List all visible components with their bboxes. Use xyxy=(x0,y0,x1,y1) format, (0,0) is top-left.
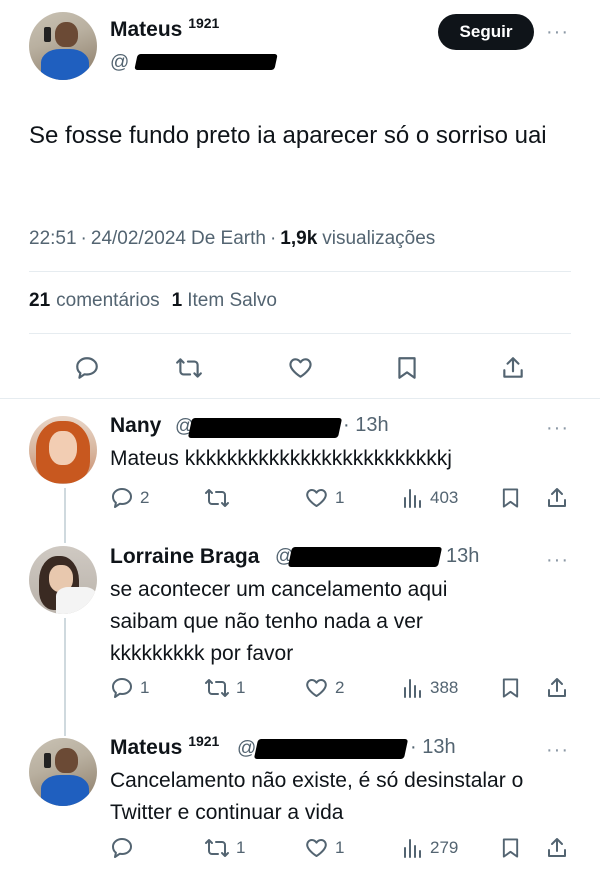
divider xyxy=(0,398,600,399)
divider xyxy=(29,333,571,334)
follow-button[interactable]: Seguir xyxy=(438,14,534,50)
views-icon xyxy=(404,489,421,508)
redaction-handle xyxy=(187,418,343,438)
views-count: 279 xyxy=(430,838,459,857)
thread-line xyxy=(64,488,66,543)
author-handle[interactable]: @ xyxy=(110,52,129,74)
thread-line xyxy=(64,618,66,736)
author-badge: 1921 xyxy=(188,15,220,31)
retweet-button[interactable]: 1 xyxy=(204,676,245,700)
author-avatar[interactable] xyxy=(29,12,97,80)
retweet-icon xyxy=(205,489,229,507)
tweet-stats: 21 comentários 1 Item Salvo xyxy=(29,290,277,312)
bookmark-icon xyxy=(502,488,519,508)
reply-button[interactable] xyxy=(74,355,100,381)
share-button[interactable] xyxy=(545,836,569,860)
bookmark-icon xyxy=(502,678,519,698)
like-count: 1 xyxy=(335,488,345,507)
retweet-icon xyxy=(176,358,202,378)
views-count: 403 xyxy=(430,488,459,507)
share-icon xyxy=(548,678,566,697)
share-button[interactable] xyxy=(500,355,526,381)
comments-count[interactable]: 21 xyxy=(29,290,50,312)
more-icon[interactable]: ··· xyxy=(546,418,569,438)
reply-button[interactable]: 1 xyxy=(110,676,149,700)
redaction-handle xyxy=(253,739,409,759)
share-icon xyxy=(548,838,566,857)
retweet-count: 1 xyxy=(236,678,246,697)
views-button[interactable]: 388 xyxy=(402,676,458,700)
share-button[interactable] xyxy=(545,486,569,510)
retweet-button[interactable]: 1 xyxy=(204,836,245,860)
like-icon xyxy=(306,679,327,697)
tweet-time[interactable]: 22:51 xyxy=(29,228,77,250)
reply-count: 1 xyxy=(140,678,150,697)
reply-text: Mateus kkkkkkkkkkkkkkkkkkkkkkkkkj xyxy=(110,447,452,470)
reply-text: Cancelamento não existe, é só desinstala… xyxy=(110,769,524,824)
reply-avatar[interactable] xyxy=(29,416,97,484)
reply-author-name[interactable]: Mateus 1921 xyxy=(110,733,220,760)
reply-icon xyxy=(112,488,132,508)
divider xyxy=(29,271,571,272)
views-icon xyxy=(404,679,421,698)
reply-avatar[interactable] xyxy=(29,546,97,614)
reply-icon xyxy=(112,838,132,858)
bookmark-button[interactable] xyxy=(500,486,521,510)
bookmark-button[interactable] xyxy=(500,836,521,860)
reply-button[interactable] xyxy=(110,836,140,860)
more-icon[interactable]: ··· xyxy=(546,22,569,42)
like-icon xyxy=(306,489,327,507)
reply-button[interactable]: 2 xyxy=(110,486,149,510)
views-button[interactable]: 403 xyxy=(402,486,458,510)
reply-author-name[interactable]: Nany xyxy=(110,414,161,438)
more-icon[interactable]: ··· xyxy=(546,740,569,760)
like-button[interactable]: 1 xyxy=(304,836,344,860)
retweet-count: 1 xyxy=(236,838,246,857)
tweet-source: De Earth xyxy=(190,228,266,249)
views-count: 388 xyxy=(430,678,459,697)
like-count: 2 xyxy=(335,678,345,697)
like-button[interactable] xyxy=(287,355,314,381)
like-icon xyxy=(289,358,312,378)
saves-label[interactable]: Item Salvo xyxy=(187,290,277,312)
bookmark-icon xyxy=(398,357,416,379)
reply-author-name[interactable]: Lorraine Braga xyxy=(110,545,259,569)
tweet-date[interactable]: 24/02/2024 xyxy=(91,228,186,250)
author-badge: 1921 xyxy=(188,733,220,749)
more-icon[interactable]: ··· xyxy=(546,550,569,570)
bookmark-button[interactable] xyxy=(500,676,521,700)
reply-icon xyxy=(76,357,98,379)
bookmark-icon xyxy=(502,838,519,858)
like-button[interactable]: 2 xyxy=(304,676,344,700)
views-icon xyxy=(404,839,421,858)
reply-avatar[interactable] xyxy=(29,738,97,806)
retweet-icon xyxy=(205,839,229,857)
views-count: 1,9k xyxy=(280,228,318,249)
retweet-button[interactable] xyxy=(204,486,236,510)
reply-text: se acontecer um cancelamento aqui saibam… xyxy=(110,578,448,665)
reply-icon xyxy=(112,678,132,698)
share-icon xyxy=(503,357,523,378)
redaction-handle xyxy=(134,54,278,70)
like-count: 1 xyxy=(335,838,345,857)
reply-time[interactable]: · 13h xyxy=(343,414,389,437)
views-button[interactable]: 279 xyxy=(402,836,458,860)
retweet-icon xyxy=(205,679,229,697)
share-button[interactable] xyxy=(545,676,569,700)
saves-count[interactable]: 1 xyxy=(172,290,183,312)
comments-label[interactable]: comentários xyxy=(56,290,160,312)
reply-time[interactable]: · 13h xyxy=(410,736,456,759)
like-button[interactable]: 1 xyxy=(304,486,344,510)
share-icon xyxy=(548,488,566,507)
reply-count: 2 xyxy=(140,488,150,507)
redaction-handle xyxy=(287,547,443,567)
like-icon xyxy=(306,839,327,857)
author-name[interactable]: Mateus 1921 xyxy=(110,15,220,42)
reply-time[interactable]: 13h xyxy=(446,545,479,568)
tweet-text: Se fosse fundo preto ia aparecer só o so… xyxy=(29,122,547,149)
retweet-button[interactable] xyxy=(175,355,203,381)
bookmark-button[interactable] xyxy=(395,355,419,381)
tweet-meta: 22:51 · 24/02/2024 De Earth · 1,9k visua… xyxy=(29,228,436,250)
views-label: visualizações xyxy=(322,228,436,249)
